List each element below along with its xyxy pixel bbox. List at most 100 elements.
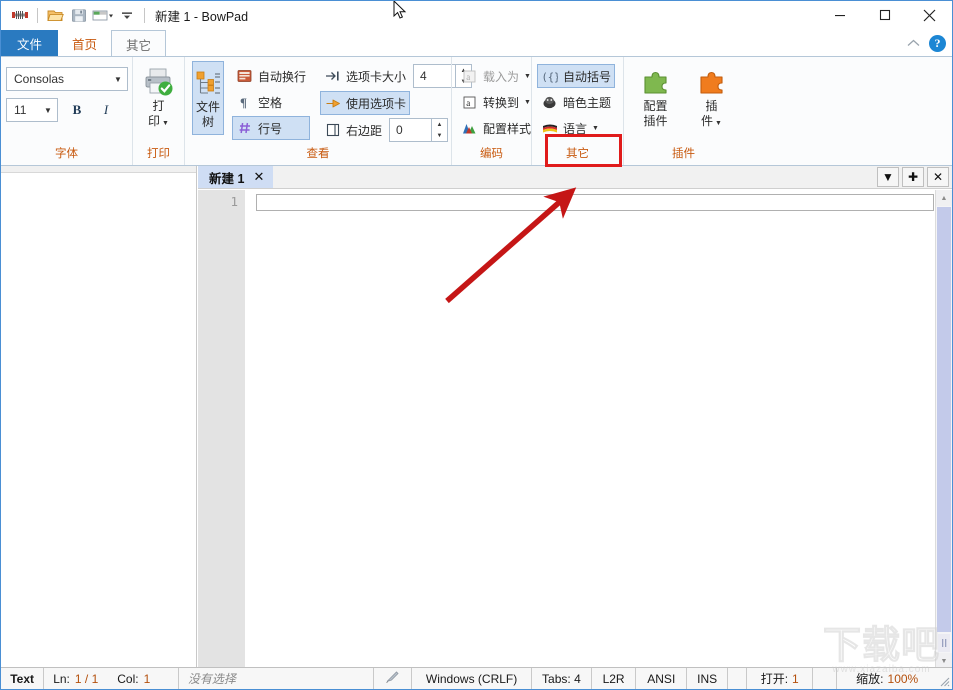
right-margin-label: 右边距 [346, 123, 383, 138]
auto-brackets-button[interactable]: ({}) 自动括号 [537, 64, 616, 88]
margin-icon [324, 122, 341, 139]
text-editor[interactable]: 1 ▲ ▼ [198, 190, 952, 669]
whitespace-label: 空格 [258, 95, 283, 110]
language-button[interactable]: 语言 ▼ [537, 116, 615, 140]
bowpad-window: 新建 1 - BowPad 文件 首页 其它 ? Consolas ▼ 11 ▼… [0, 0, 953, 690]
ribbon-group-print: 打 印 ▼ 打印 [132, 57, 184, 165]
chevron-down-icon: ▼ [44, 105, 52, 115]
chevron-up-icon[interactable] [907, 38, 920, 50]
scrollbar-thumb[interactable] [937, 207, 951, 632]
status-col-value: 1 [143, 671, 151, 686]
status-doc-type[interactable]: Text [1, 668, 45, 689]
print-label-line2: 印 ▼ [148, 114, 169, 128]
status-tabs[interactable]: Tabs: 4 [532, 668, 593, 689]
title-bar: 新建 1 - BowPad [1, 1, 952, 29]
main-area: 新建 1 ✕ ▼ ✚ ✕ 1 ▲ ▼ [1, 166, 952, 669]
window-title: 新建 1 - BowPad [155, 9, 249, 24]
pilcrow-icon: ¶ [236, 94, 253, 111]
group-label-other: 其它 [566, 148, 589, 160]
customize-qat-icon[interactable] [116, 4, 138, 26]
status-eol[interactable]: Windows (CRLF) [412, 668, 532, 689]
convert-to-label: 转换到 [483, 95, 520, 110]
bold-button[interactable]: B [67, 100, 87, 120]
font-size-combo[interactable]: 11 ▼ [6, 98, 58, 122]
right-margin-spin-arrows[interactable]: ▲ ▼ [432, 118, 449, 142]
word-wrap-button[interactable]: 自动换行 [232, 64, 310, 88]
scroll-up-arrow-icon[interactable]: ▲ [936, 190, 952, 206]
new-window-icon[interactable] [92, 4, 114, 26]
tab-size-value[interactable]: 4 [413, 64, 457, 88]
new-tab-button[interactable]: ✚ [902, 167, 924, 187]
close-tab-button[interactable]: ✕ [927, 167, 949, 187]
line-numbers-label: 行号 [258, 121, 283, 136]
right-margin-value[interactable]: 0 [389, 118, 433, 142]
qat-separator-2 [144, 7, 145, 23]
use-tabs-button[interactable]: 使用选项卡 [320, 91, 411, 115]
arrow-right-icon [324, 95, 341, 112]
svg-text:a: a [466, 98, 470, 108]
line-numbers-button[interactable]: 行号 [232, 116, 311, 140]
status-direction[interactable]: L2R [592, 668, 637, 689]
spin-up-icon[interactable]: ▲ [437, 122, 443, 128]
mouse-cursor-icon [393, 1, 407, 19]
status-small-gap [813, 668, 837, 689]
document-tab-close-icon[interactable]: ✕ [253, 169, 264, 185]
chevron-down-icon: ▼ [524, 98, 531, 106]
status-zoom-value: 100% [887, 671, 919, 686]
vertical-scrollbar[interactable]: ▲ ▼ [935, 190, 952, 669]
macro-record-icon [385, 670, 400, 687]
status-insert-mode[interactable]: INS [687, 668, 728, 689]
configure-plugins-button[interactable]: 配置 插件 [633, 61, 679, 135]
minimize-button[interactable] [817, 1, 862, 29]
bowpad-logo-icon[interactable] [9, 4, 31, 26]
ribbon-tab-other[interactable]: 其它 [111, 30, 167, 57]
ribbon-tab-home[interactable]: 首页 [58, 30, 111, 57]
tab-size-label-button: 选项卡大小 [320, 64, 408, 88]
scrollbar-grip[interactable] [938, 634, 950, 652]
status-line-value: 1 / 1 [74, 671, 99, 686]
line-number: 1 [230, 194, 238, 209]
resize-grip-icon[interactable] [937, 668, 952, 689]
save-file-icon[interactable] [68, 4, 90, 26]
file-tree-panel[interactable] [1, 166, 197, 669]
print-button-label: 打 印 ▼ [148, 99, 169, 131]
spin-down-icon[interactable]: ▼ [437, 133, 443, 139]
load-as-button[interactable]: a 载入为 ▼ [457, 64, 535, 88]
convert-to-button[interactable]: a 转换到 ▼ [457, 90, 535, 114]
filetree-toggle-button[interactable]: 文件 树 [192, 61, 224, 135]
maximize-button[interactable] [862, 1, 907, 29]
status-selection[interactable]: 没有选择 [179, 668, 374, 689]
status-macro-icon-cell[interactable] [374, 668, 413, 689]
document-pane: 新建 1 ✕ ▼ ✚ ✕ 1 ▲ ▼ [198, 166, 952, 669]
status-col-label: Col: [117, 671, 139, 686]
right-margin-stepper[interactable]: 0 ▲ ▼ [389, 118, 449, 142]
close-button[interactable] [907, 1, 952, 29]
plugins-button[interactable]: 插 件 ▼ [689, 61, 735, 135]
status-bar: Text Ln: 1 / 1 Col: 1 没有选择 Windows (CRLF… [1, 667, 952, 689]
status-open-count[interactable]: 打开: 1 [747, 668, 814, 689]
italic-button[interactable]: I [96, 100, 116, 120]
ribbon-group-font: Consolas ▼ 11 ▼ B I 字体 [1, 57, 132, 165]
open-file-icon[interactable] [44, 4, 66, 26]
whitespace-button[interactable]: ¶ 空格 [232, 90, 310, 114]
help-icon[interactable]: ? [929, 35, 946, 52]
status-encoding[interactable]: ANSI [636, 668, 688, 689]
status-position[interactable]: Ln: 1 / 1 Col: 1 [44, 668, 179, 689]
config-style-button[interactable]: 配置样式 [457, 116, 535, 140]
status-zoom[interactable]: 缩放: 100% [837, 668, 938, 689]
fold-margin [245, 190, 254, 669]
print-button[interactable]: 打 印 ▼ [138, 61, 179, 135]
tab-strip-buttons: ▼ ✚ ✕ [877, 167, 949, 187]
print-label-line1: 打 [152, 99, 165, 113]
dark-theme-button[interactable]: 暗色主题 [537, 90, 615, 114]
status-open-value: 1 [792, 671, 799, 686]
load-encoding-icon: a [461, 68, 478, 85]
language-label: 语言 [563, 121, 588, 136]
font-name-combo[interactable]: Consolas ▼ [6, 67, 128, 91]
editor-surface[interactable]: ▲ ▼ [254, 190, 952, 669]
quick-access-toolbar [1, 4, 149, 26]
tab-list-dropdown-button[interactable]: ▼ [877, 167, 899, 187]
ribbon-tab-file[interactable]: 文件 [1, 30, 58, 57]
document-tab[interactable]: 新建 1 ✕ [198, 166, 274, 188]
filetree-button-label: 文件 树 [196, 100, 220, 130]
